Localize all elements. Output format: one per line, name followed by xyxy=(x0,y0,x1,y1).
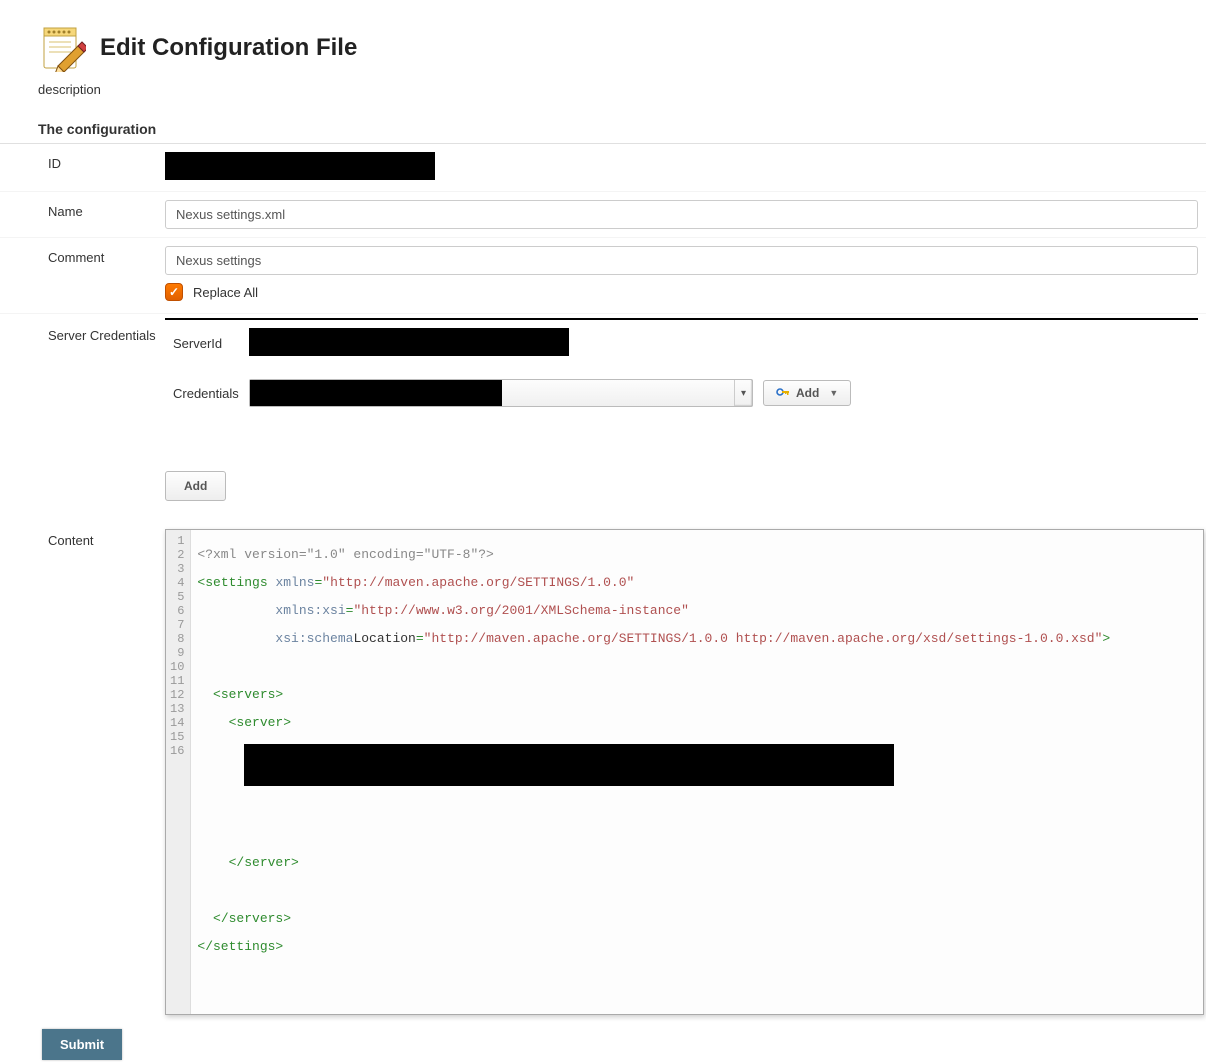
replace-all-label: Replace All xyxy=(193,285,258,300)
add-server-button[interactable]: Add xyxy=(165,471,226,501)
content-code-editor[interactable]: 12345678910111213141516 <?xml version="1… xyxy=(165,529,1204,1015)
label-content: Content xyxy=(0,525,165,548)
credentials-select[interactable]: ▾ xyxy=(249,379,753,407)
row-name: Name xyxy=(0,192,1206,238)
label-serverid: ServerId xyxy=(165,336,249,351)
chevron-down-icon: ▾ xyxy=(734,380,752,406)
submit-button[interactable]: Submit xyxy=(42,1029,122,1060)
key-icon xyxy=(776,386,790,400)
edit-file-icon xyxy=(38,24,86,72)
description-label: description xyxy=(0,82,1206,115)
label-server-credentials: Server Credentials xyxy=(0,318,165,343)
name-input[interactable] xyxy=(165,200,1198,229)
label-credentials: Credentials xyxy=(165,386,249,401)
add-server-label: Add xyxy=(184,479,207,493)
label-comment: Comment xyxy=(0,242,165,265)
add-credential-label: Add xyxy=(796,386,819,400)
label-name: Name xyxy=(0,196,165,219)
serverid-value-redacted[interactable] xyxy=(249,328,569,356)
replace-all-checkbox[interactable]: ✓ xyxy=(165,283,183,301)
code-content[interactable]: <?xml version="1.0" encoding="UTF-8"?> <… xyxy=(191,530,1116,1014)
label-id: ID xyxy=(0,148,165,171)
row-server-credentials: Server Credentials ServerId Credentials xyxy=(0,314,1206,517)
comment-input[interactable] xyxy=(165,246,1198,275)
page-header: Edit Configuration File xyxy=(0,0,1206,82)
row-comment: Comment ✓ Replace All xyxy=(0,238,1206,314)
section-title: The configuration xyxy=(0,115,1206,144)
row-content: Content 12345678910111213141516 <?xml ve… xyxy=(0,517,1206,1019)
page-title: Edit Configuration File xyxy=(100,34,357,62)
chevron-down-icon: ▼ xyxy=(829,388,838,398)
line-gutter: 12345678910111213141516 xyxy=(166,530,191,1014)
add-credential-button[interactable]: Add ▼ xyxy=(763,380,851,406)
id-value-redacted xyxy=(165,152,435,180)
row-id: ID xyxy=(0,144,1206,192)
